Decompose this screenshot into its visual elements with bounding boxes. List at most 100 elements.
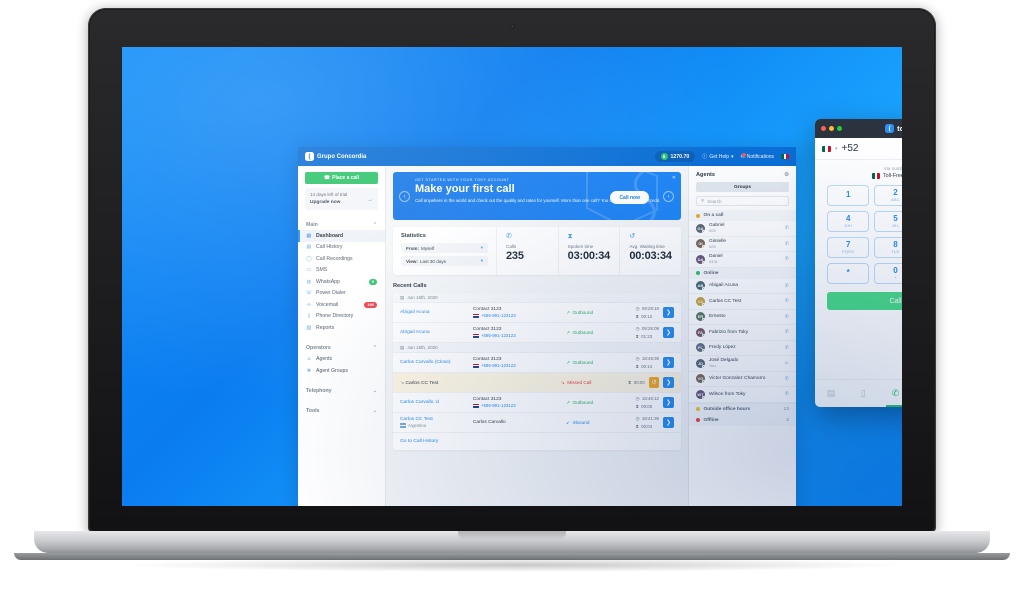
sidebar-group-main[interactable]: Main ⌃ <box>298 219 385 230</box>
call-target-phone[interactable]: +595-991-123123 <box>472 333 566 338</box>
app-brand[interactable]: ( Grupo Concordia <box>305 152 366 161</box>
phone-icon[interactable]: ✆ <box>785 283 789 289</box>
call-target-phone[interactable]: +595-991-123123 <box>472 313 566 318</box>
sidebar-item-agents[interactable]: ☺ Agents <box>298 354 385 366</box>
sidebar-item-power-dialer[interactable]: ☏ Power Dialer <box>298 288 385 300</box>
sidebar-item-sms[interactable]: ▭ SMS <box>298 265 385 277</box>
table-row[interactable]: Carlos Carvallo :d Contact 3123 +595-991-1… <box>393 393 681 413</box>
sidebar-item-whatsapp[interactable]: ◍ WhatsApp 9 <box>298 276 385 288</box>
call-details-button[interactable]: ❯ <box>663 417 675 428</box>
callback-button[interactable]: ↺ <box>648 377 660 388</box>
go-to-call-history-link[interactable]: Go to Call History <box>393 433 681 450</box>
list-item[interactable]: JD José Delgado You ☺ <box>689 356 796 372</box>
tab-groups[interactable]: Groups <box>696 182 789 192</box>
call-details-button[interactable]: ❯ <box>663 397 675 408</box>
get-help-menu[interactable]: ⓘ Get Help ▾ <box>702 153 733 161</box>
table-row[interactable]: Abigail Acuna Contact 3123 +595-991-123123… <box>393 323 681 343</box>
gear-icon[interactable]: ⚙ <box>784 172 789 178</box>
agents-search[interactable]: ⚲ Search <box>696 196 789 206</box>
sidebar-item-dashboard[interactable]: ▤ Dashboard <box>298 230 385 242</box>
list-item[interactable]: VG Victor Gonzalez Chamorro ✆ <box>689 372 796 387</box>
keypad-key-5[interactable]: 5 JKL <box>874 211 902 232</box>
phone-icon[interactable]: ✆ <box>785 345 789 351</box>
keypad-key-8[interactable]: 8 TUV <box>874 237 902 258</box>
table-row[interactable]: Carlos CC Test Argentina Carlos Carvallo ↙ I… <box>393 413 681 433</box>
close-icon[interactable]: ✕ <box>672 175 676 181</box>
sidebar-group-telephony[interactable]: Telephony ⌄ <box>298 386 385 397</box>
keypad-key-0[interactable]: 0 + <box>874 263 902 284</box>
call-time-cell: ⧗ 00:00 <box>628 379 645 387</box>
list-item[interactable]: DA Daniel 0431 ✆ <box>689 252 796 268</box>
notifications-menu[interactable]: ✉ Notifications <box>741 152 774 160</box>
call-contact-name[interactable]: Carlos Carvallo (Close) <box>400 360 473 365</box>
call-contact-name[interactable]: Abigail Acuna <box>400 310 473 315</box>
agents-group-online[interactable]: Online <box>689 267 796 279</box>
call-contact-name[interactable]: Carlos CC Test <box>400 417 473 422</box>
balance-badge[interactable]: $ 1270.70 <box>654 151 696 162</box>
keypad-key-star[interactable]: * <box>827 263 870 284</box>
call-details-button[interactable]: ❯ <box>663 357 675 368</box>
dialer-number-input[interactable]: ▾ +52 <box>815 138 902 160</box>
list-item[interactable]: WT Wilson from Toky ✆ <box>689 387 796 403</box>
sidebar-item-voicemail[interactable]: ∞ Voicemail 196 <box>298 299 385 311</box>
person-icon[interactable]: ☺ <box>784 360 789 366</box>
statistics-view-select[interactable]: View: Last 30 days ▾ <box>401 256 488 266</box>
country-flag-icon[interactable] <box>822 145 831 152</box>
keypad-key-4[interactable]: 4 GHI <box>827 211 870 232</box>
call-contact-name[interactable]: ↘ Carlos CC Test <box>400 380 471 386</box>
list-item[interactable]: GA Gabriel 005 ✆ <box>689 221 796 237</box>
dialer-brand-label: toky <box>897 124 902 133</box>
agents-status-offline[interactable]: Offline 2 <box>689 414 796 426</box>
phone-icon[interactable]: ✆ <box>785 256 789 262</box>
sidebar-group-tools[interactable]: Tools ⌄ <box>298 406 385 417</box>
sidebar-item-reports[interactable]: ▨ Reports <box>298 322 385 334</box>
agents-title: Agents <box>696 172 715 178</box>
call-contact-name[interactable]: Abigail Acuna <box>400 330 473 335</box>
phone-icon[interactable]: ✆ <box>785 376 789 382</box>
dialer-call-button[interactable]: Call <box>827 292 902 310</box>
list-item[interactable]: CC Carlos CC Test ✆ <box>689 294 796 310</box>
notes-tab[interactable]: ▤ <box>815 380 847 407</box>
phone-icon[interactable]: ✆ <box>785 225 789 231</box>
agents-group-on-a-call[interactable]: On a call <box>689 210 796 221</box>
list-item[interactable]: FL Fredy López ✆ <box>689 341 796 356</box>
list-item[interactable]: ER Ernesto ✆ <box>689 310 796 325</box>
sidebar-item-phone-directory[interactable]: ▯ Phone Directory <box>298 311 385 323</box>
sidebar-item-agent-groups[interactable]: ❋ Agent Groups <box>298 365 385 377</box>
sidebar-item-call-recordings[interactable]: ◯ Call Recordings <box>298 253 385 265</box>
contacts-tab[interactable]: ▯ <box>847 380 879 407</box>
call-target-phone[interactable]: +595-991-123123 <box>472 363 566 368</box>
keypad-key-7[interactable]: 7 PQRS <box>827 237 870 258</box>
statistics-from-select[interactable]: From: Myself ▾ <box>401 243 488 253</box>
call-duration-row: ⧗ 00:05 <box>636 403 659 411</box>
call-now-button[interactable]: Call now <box>610 191 649 204</box>
language-flag-icon[interactable] <box>781 153 789 160</box>
call-target-phone[interactable]: +595-991-123123 <box>472 403 566 408</box>
keypad-key-1[interactable]: 1 <box>827 185 870 206</box>
call-contact-name[interactable]: Carlos Carvallo :d <box>400 400 473 405</box>
call-details-button[interactable]: ❯ <box>663 327 675 338</box>
table-row[interactable]: Abigail Acuna Contact 3123 +595-991-123123… <box>393 303 681 323</box>
sidebar-group-operators[interactable]: Operators ⌃ <box>298 343 385 354</box>
phone-icon[interactable]: ✆ <box>785 329 789 335</box>
trial-upgrade-box[interactable]: 14 days left of trial Upgrade now → <box>305 188 378 211</box>
phone-icon[interactable]: ✆ <box>785 391 789 397</box>
window-controls[interactable] <box>821 126 842 131</box>
place-a-call-button[interactable]: ☎ Place a call <box>305 172 378 184</box>
call-details-button[interactable]: ❯ <box>663 307 675 318</box>
list-item[interactable]: AB Abigail Acuna ✆ <box>689 279 796 294</box>
phone-icon[interactable]: ✆ <box>785 314 789 320</box>
banner-prev-button[interactable]: ‹ <box>399 191 410 202</box>
phone-icon[interactable]: ✆ <box>785 241 789 247</box>
keypad-tab[interactable]: ✆ <box>879 380 902 407</box>
call-target-name: Carlos Carvallo <box>472 420 506 425</box>
phone-icon[interactable]: ✆ <box>785 298 789 304</box>
call-details-button[interactable]: ❯ <box>663 377 675 388</box>
table-row[interactable]: Carlos Carvallo (Close) Contact 3123 +595-… <box>393 353 681 373</box>
list-item[interactable]: FA Fabrizio from Toky ✆ <box>689 325 796 341</box>
table-row[interactable]: ↘ Carlos CC Test ↘ Missed Call ⧗ 00:00 ↺ ❯ <box>393 373 681 393</box>
list-item[interactable]: GI Gisselle 005 ✆ <box>689 237 796 252</box>
keypad-key-2[interactable]: 2 ABC <box>874 185 902 206</box>
agents-status-outside-office-hours[interactable]: Outside office hours 13 <box>689 403 796 415</box>
sidebar-item-call-history[interactable]: ▤ Call History <box>298 242 385 254</box>
